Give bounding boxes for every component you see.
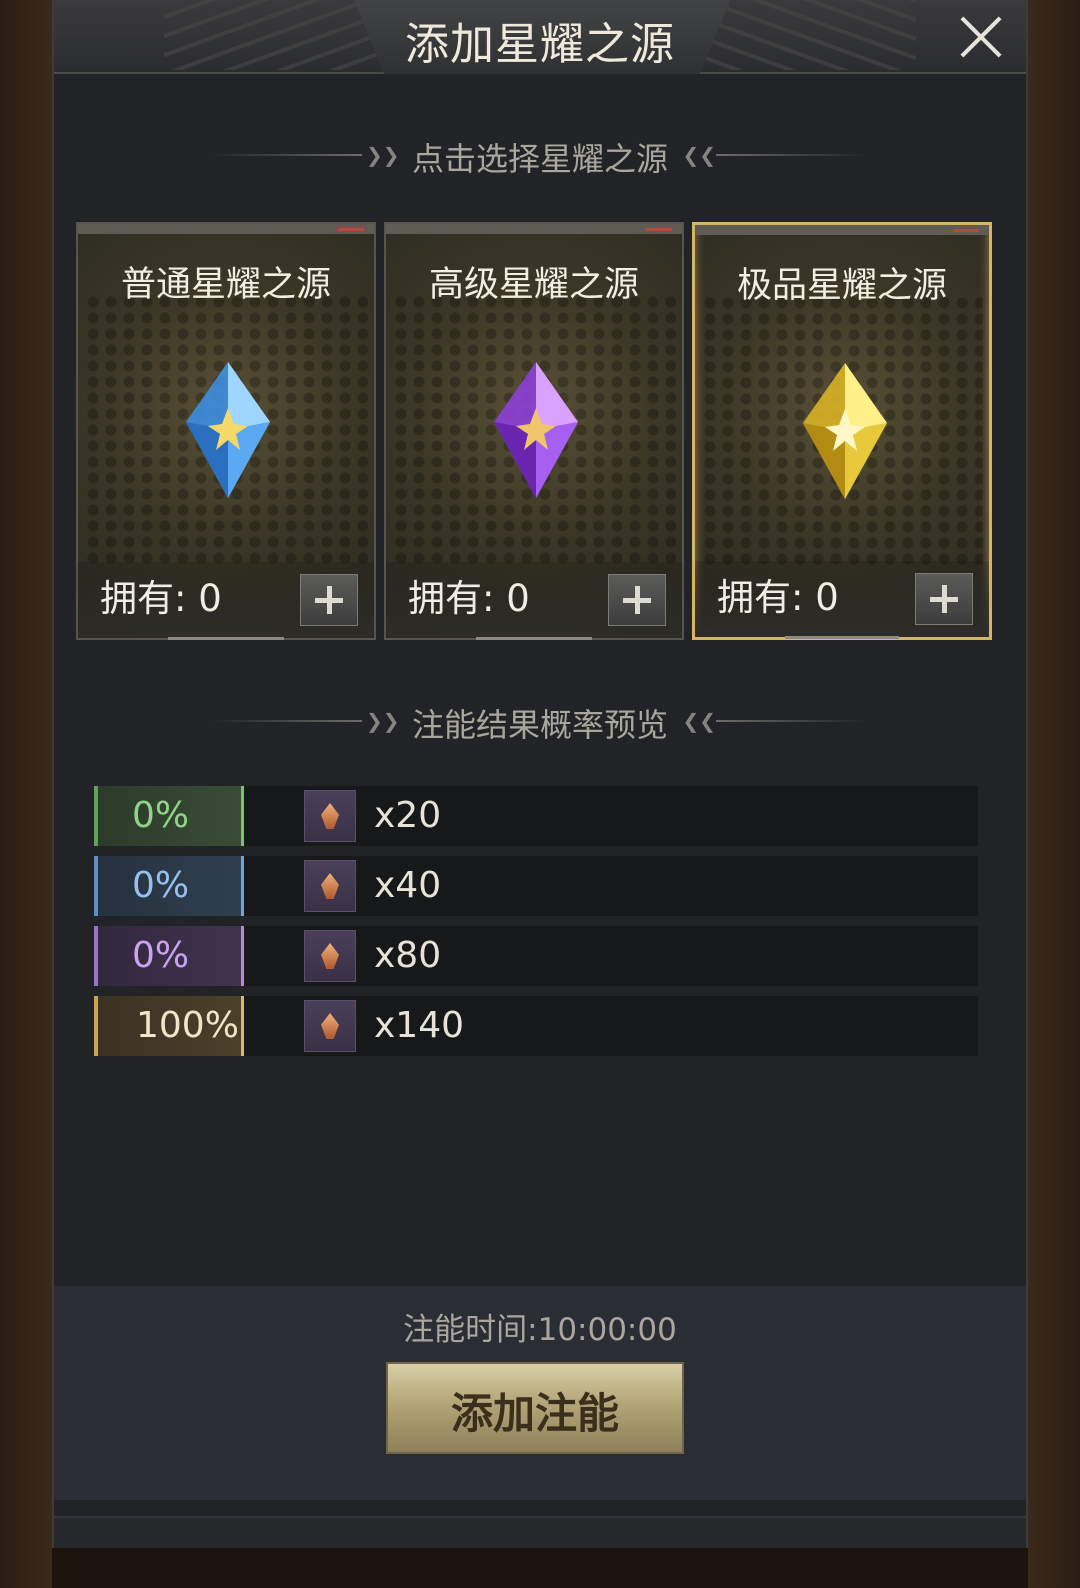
card-title: 普通星耀之源 bbox=[120, 265, 331, 305]
dialog-bottom-edge bbox=[54, 1516, 1026, 1548]
source-card-advanced[interactable]: 高级星耀之源 拥有: 0 bbox=[384, 222, 684, 640]
fragment-icon bbox=[304, 930, 356, 982]
dialog-title: 添加星耀之源 bbox=[405, 19, 675, 70]
source-card-normal[interactable]: 普通星耀之源 拥有: 0 bbox=[76, 222, 376, 640]
add-infusion-label: 添加注能 bbox=[450, 1389, 619, 1438]
card-title: 高级星耀之源 bbox=[428, 265, 639, 305]
background-right bbox=[1028, 0, 1080, 1588]
arrow-left-icon: ❮❮ bbox=[682, 709, 716, 733]
dialog-footer: 注能时间:10:00:00 添加注能 bbox=[54, 1286, 1026, 1500]
arrow-left-icon: ❮❮ bbox=[682, 143, 716, 167]
probability-percent: 0% bbox=[94, 926, 244, 986]
purple-star-crystal-icon bbox=[494, 362, 578, 498]
owned-count: 拥有: 0 bbox=[408, 577, 530, 620]
close-icon[interactable] bbox=[958, 14, 1004, 60]
dialog-header: 添加星耀之源 bbox=[54, 0, 1026, 74]
infusion-time: 注能时间:10:00:00 bbox=[403, 1312, 677, 1348]
reward-quantity: x20 bbox=[374, 795, 442, 836]
probability-row-gold: 100% x140 bbox=[94, 996, 978, 1056]
owned-count: 拥有: 0 bbox=[717, 576, 839, 619]
card-title: 极品星耀之源 bbox=[736, 266, 947, 306]
probability-percent: 0% bbox=[94, 856, 244, 916]
divider-line-right bbox=[716, 720, 866, 722]
add-infusion-button[interactable]: 添加注能 bbox=[386, 1362, 684, 1454]
gold-star-crystal-icon bbox=[803, 363, 887, 499]
blue-star-crystal-icon bbox=[186, 362, 270, 498]
preview-section-heading: ❯❯ 注能结果概率预览 ❮❮ bbox=[54, 700, 1026, 744]
select-section-label: 点击选择星耀之源 bbox=[411, 140, 668, 178]
fragment-icon bbox=[304, 1000, 356, 1052]
card-bottom-line bbox=[168, 637, 284, 640]
reward-quantity: x40 bbox=[374, 865, 442, 906]
add-button[interactable] bbox=[608, 574, 666, 626]
add-button[interactable] bbox=[300, 574, 358, 626]
probability-row-blue: 0% x40 bbox=[94, 856, 978, 916]
card-topbar bbox=[78, 224, 374, 234]
card-bottom-line bbox=[476, 637, 592, 640]
add-source-dialog: 添加星耀之源 ❯❯ 点击选择星耀之源 ❮❮ 普通星耀之源 拥有: 0 高级星耀之… bbox=[52, 0, 1028, 1548]
probability-percent: 100% bbox=[94, 996, 244, 1056]
reward-quantity: x80 bbox=[374, 935, 442, 976]
select-section-heading: ❯❯ 点击选择星耀之源 ❮❮ bbox=[54, 134, 1026, 178]
preview-section-label: 注能结果概率预览 bbox=[411, 706, 668, 744]
source-card-premium[interactable]: 极品星耀之源 拥有: 0 bbox=[692, 222, 992, 640]
card-bottom-line bbox=[785, 636, 899, 639]
add-button[interactable] bbox=[915, 573, 973, 625]
probability-percent: 0% bbox=[94, 786, 244, 846]
reward-quantity: x140 bbox=[374, 1005, 465, 1046]
card-topbar bbox=[386, 224, 682, 234]
fragment-icon bbox=[304, 860, 356, 912]
owned-count: 拥有: 0 bbox=[100, 577, 222, 620]
probability-row-purple: 0% x80 bbox=[94, 926, 978, 986]
fragment-icon bbox=[304, 790, 356, 842]
divider-line-right bbox=[716, 154, 866, 156]
probability-row-green: 0% x20 bbox=[94, 786, 978, 846]
card-topbar bbox=[695, 225, 989, 235]
background-left bbox=[0, 0, 52, 1588]
